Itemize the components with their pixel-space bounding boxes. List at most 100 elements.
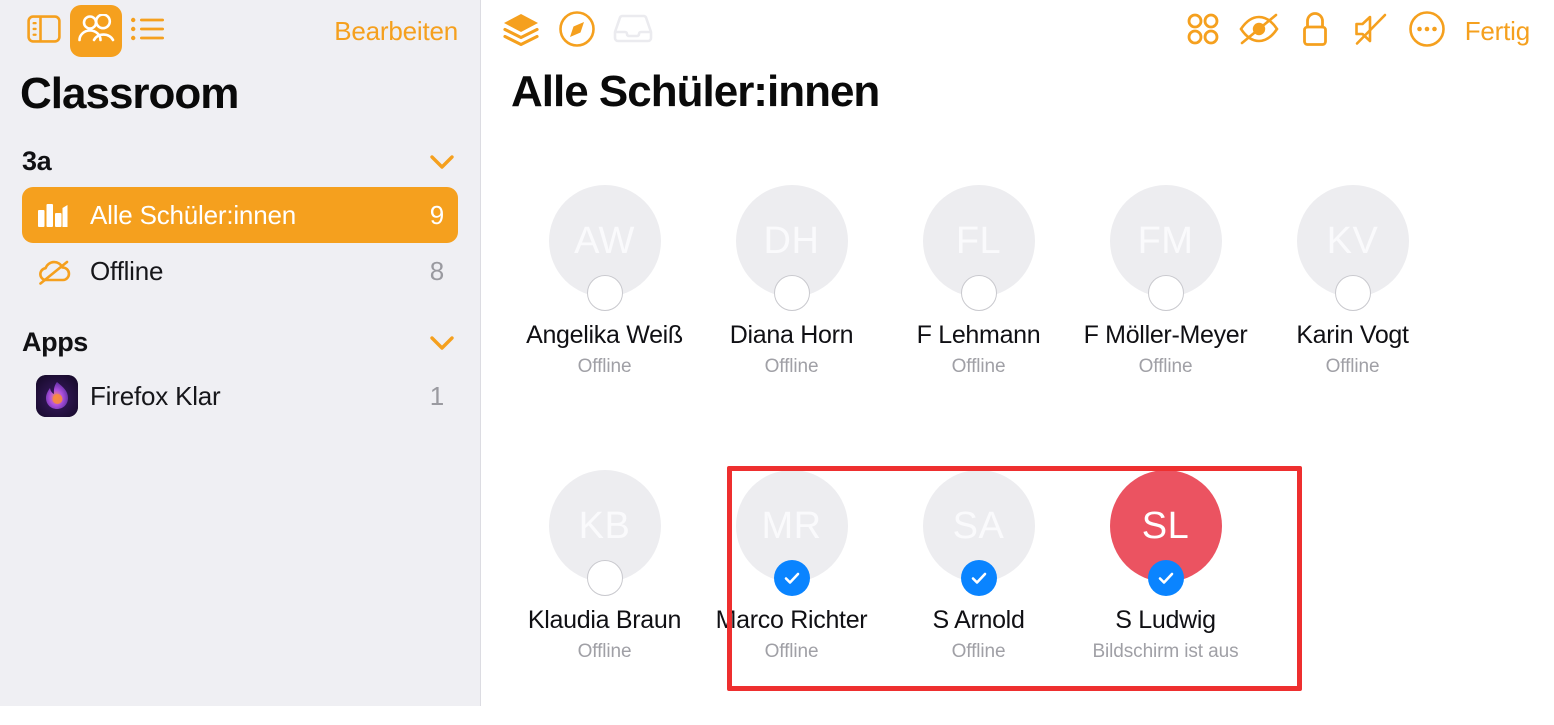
avatar-wrap: AW xyxy=(548,185,661,311)
grid-apps-button[interactable] xyxy=(1175,5,1231,57)
mute-button[interactable] xyxy=(1343,5,1399,57)
student-card[interactable]: KV Karin Vogt Offline xyxy=(1259,155,1446,378)
sidebar-item-count: 8 xyxy=(429,255,444,286)
layers-icon xyxy=(500,11,542,52)
student-name: Angelika Weiß xyxy=(526,321,683,349)
check-icon xyxy=(784,572,799,584)
section-label-class: 3a xyxy=(22,146,52,177)
edit-button[interactable]: Bearbeiten xyxy=(334,16,462,47)
selection-badge[interactable] xyxy=(1334,275,1371,311)
sidebar-toolbar: Bearbeiten xyxy=(0,0,480,62)
firefox-klar-app-icon xyxy=(36,375,78,418)
list-view-button[interactable] xyxy=(122,5,174,57)
student-name: Marco Richter xyxy=(715,606,868,634)
selection-badge[interactable] xyxy=(773,560,810,596)
student-name: F Lehmann xyxy=(916,321,1041,349)
student-row: AW Angelika Weiß Offline DH Diana Horn O… xyxy=(511,155,1554,440)
sidebar-toggle-icon xyxy=(27,14,61,48)
student-grid: AW Angelika Weiß Offline DH Diana Horn O… xyxy=(481,155,1554,725)
grid-apps-icon xyxy=(1185,11,1221,52)
student-name: Klaudia Braun xyxy=(527,606,682,634)
sidebar-item-label: Firefox Klar xyxy=(90,380,221,411)
selection-badge[interactable] xyxy=(960,275,997,311)
avatar-wrap: DH xyxy=(735,185,848,311)
sidebar-toggle-button[interactable] xyxy=(18,5,70,57)
sidebar-item-count: 1 xyxy=(429,380,444,411)
avatar-wrap: SL xyxy=(1109,470,1222,596)
student-card[interactable]: FL F Lehmann Offline xyxy=(885,155,1072,378)
page-title: Alle Schüler:innen xyxy=(511,67,880,116)
ellipsis-circle-icon xyxy=(1408,10,1446,53)
tray-inbox-icon xyxy=(612,12,654,51)
avatar-wrap: FL xyxy=(922,185,1035,311)
sidebar-item-label: Alle Schüler:innen xyxy=(90,199,296,230)
student-status: Offline xyxy=(577,641,632,662)
sidebar-item-offline[interactable]: Offline 8 xyxy=(22,243,458,299)
speaker-mute-icon xyxy=(1352,11,1390,52)
student-name: Diana Horn xyxy=(729,321,854,349)
sidebar: Bearbeiten Classroom 3a Alle Schüler:inn… xyxy=(0,0,481,706)
avatar-wrap: SA xyxy=(922,470,1035,596)
student-name: Karin Vogt xyxy=(1296,321,1409,349)
student-name: S Ludwig xyxy=(1115,606,1216,634)
selection-badge[interactable] xyxy=(586,275,623,311)
student-status: Offline xyxy=(764,641,819,662)
done-button[interactable]: Fertig xyxy=(1465,16,1532,47)
sidebar-item-label: Offline xyxy=(90,255,164,286)
student-row: KB Klaudia Braun Offline MR Marco Richte… xyxy=(511,440,1554,725)
avatar-wrap: KB xyxy=(548,470,661,596)
avatar-wrap: KV xyxy=(1296,185,1409,311)
section-header-apps[interactable]: Apps xyxy=(0,299,480,368)
students-view-button[interactable] xyxy=(70,5,122,57)
classroom-app-window: Bearbeiten Classroom 3a Alle Schüler:inn… xyxy=(0,0,1554,706)
student-card[interactable]: MR Marco Richter Offline xyxy=(698,440,885,663)
student-name: S Arnold xyxy=(932,606,1025,634)
people-icon xyxy=(77,12,115,49)
lock-button[interactable] xyxy=(1287,5,1343,57)
tray-inbox-button[interactable] xyxy=(605,5,661,57)
student-status: Offline xyxy=(577,356,632,377)
navigate-button[interactable] xyxy=(549,5,605,57)
navigate-compass-icon xyxy=(558,10,596,53)
student-status: Offline xyxy=(1138,356,1193,377)
student-status: Bildschirm ist aus xyxy=(1092,641,1239,662)
selection-badge[interactable] xyxy=(1147,275,1184,311)
main-panel: Fertig Alle Schüler:innen AW Angelika We… xyxy=(481,0,1554,706)
lock-icon xyxy=(1299,10,1331,53)
eye-slash-icon xyxy=(1237,12,1281,51)
avatar-wrap: MR xyxy=(735,470,848,596)
student-card[interactable]: AW Angelika Weiß Offline xyxy=(511,155,698,378)
avatar-wrap: FM xyxy=(1109,185,1222,311)
more-options-button[interactable] xyxy=(1399,5,1455,57)
selection-badge[interactable] xyxy=(773,275,810,311)
app-icon-wrap xyxy=(36,375,78,418)
section-header-class[interactable]: 3a xyxy=(0,118,480,187)
student-status: Offline xyxy=(1325,356,1380,377)
selection-badge[interactable] xyxy=(960,560,997,596)
student-card[interactable]: KB Klaudia Braun Offline xyxy=(511,440,698,663)
sidebar-item-alle-schuelerinnen[interactable]: Alle Schüler:innen 9 xyxy=(22,187,458,244)
check-icon xyxy=(1158,572,1173,584)
student-card[interactable]: SA S Arnold Offline xyxy=(885,440,1072,663)
main-toolbar: Fertig xyxy=(481,0,1554,62)
chevron-down-icon[interactable] xyxy=(428,153,456,171)
student-card[interactable]: DH Diana Horn Offline xyxy=(698,155,885,378)
chevron-down-icon[interactable] xyxy=(428,334,456,352)
student-status: Offline xyxy=(951,356,1006,377)
student-status: Offline xyxy=(764,356,819,377)
student-card[interactable]: SL S Ludwig Bildschirm ist aus xyxy=(1072,440,1259,663)
selection-badge[interactable] xyxy=(586,560,623,596)
student-name: F Möller-Meyer xyxy=(1083,321,1248,349)
check-icon xyxy=(971,572,986,584)
sidebar-item-firefox-klar[interactable]: Firefox Klar 1 xyxy=(22,368,458,424)
sidebar-item-count: 9 xyxy=(429,199,444,230)
student-status: Offline xyxy=(951,641,1006,662)
list-bullet-icon xyxy=(130,15,166,48)
books-icon xyxy=(36,200,76,230)
layers-button[interactable] xyxy=(493,5,549,57)
selection-badge[interactable] xyxy=(1147,560,1184,596)
section-label-apps: Apps xyxy=(22,327,88,358)
student-card[interactable]: FM F Möller-Meyer Offline xyxy=(1072,155,1259,378)
hide-screen-button[interactable] xyxy=(1231,5,1287,57)
cloud-slash-icon xyxy=(36,256,76,286)
